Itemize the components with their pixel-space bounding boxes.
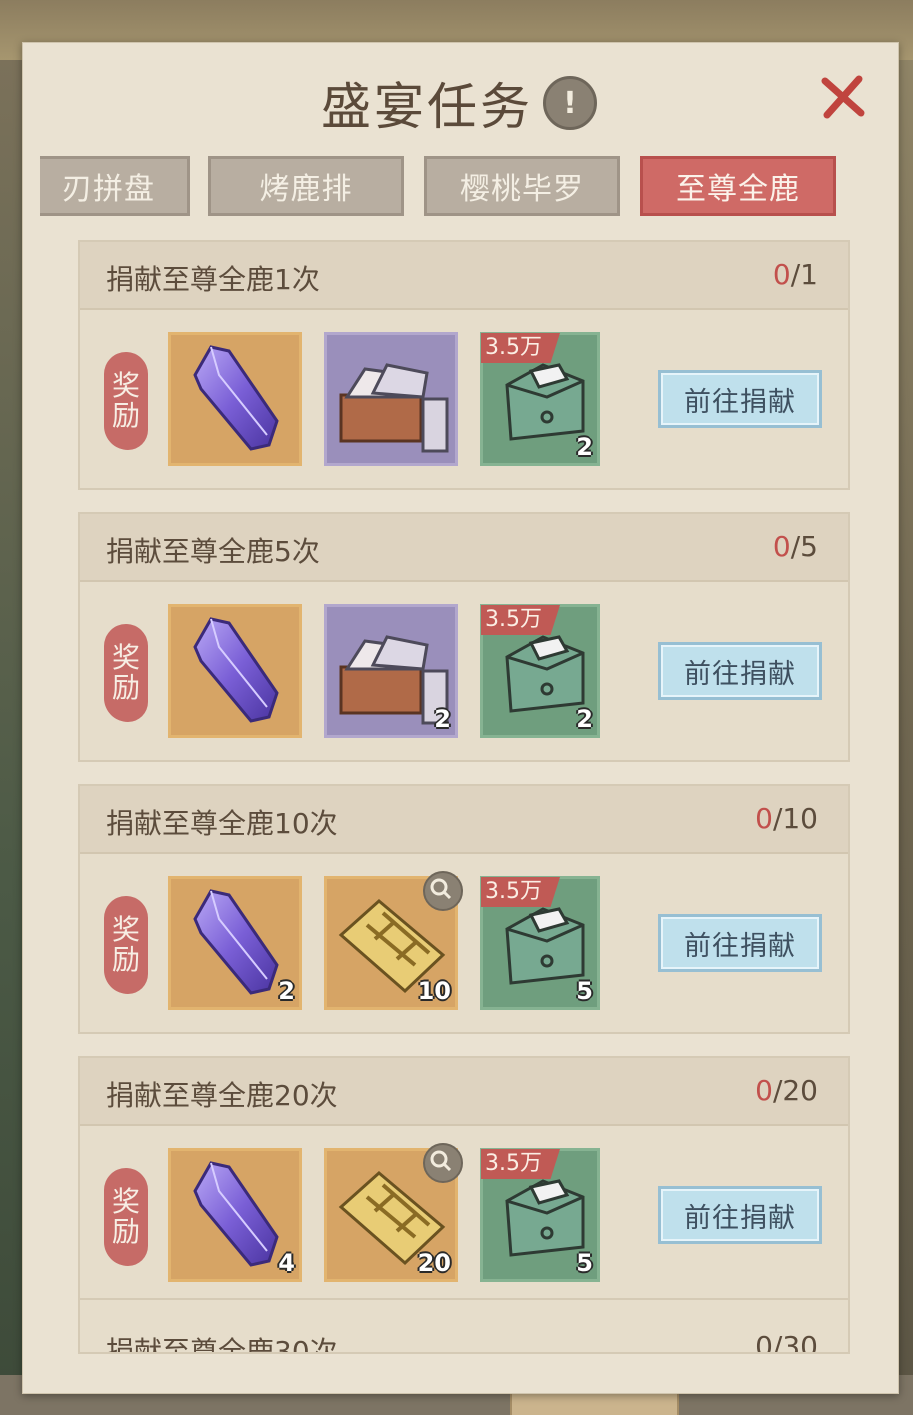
progress-total: /20 <box>772 1074 818 1107</box>
task-card: 捐献至尊全鹿1次 0/1 奖 励 3.5万 2 前往捐献 <box>78 240 850 490</box>
reward-label-line2: 励 <box>111 671 140 704</box>
close-icon[interactable] <box>819 73 867 121</box>
reward-quantity: 20 <box>417 1249 451 1277</box>
amount-tag: 3.5万 <box>481 1149 560 1179</box>
reward-slot[interactable] <box>168 332 302 466</box>
reward-quantity: 4 <box>278 1249 295 1277</box>
task-header: 捐献至尊全鹿10次 0/10 <box>80 786 848 854</box>
magnifier-icon[interactable] <box>423 1143 463 1183</box>
progress-current: 0 <box>755 1074 773 1107</box>
reward-slot[interactable] <box>324 332 458 466</box>
reward-label: 奖 励 <box>104 896 148 994</box>
reward-slot[interactable]: 3.5万 5 <box>480 1148 600 1282</box>
task-card-partial: 捐献至尊全鹿30次 0/30 <box>78 1298 850 1354</box>
progress-current: 0 <box>772 530 791 563</box>
reward-label: 奖 励 <box>104 1168 148 1266</box>
reward-slot[interactable] <box>168 604 302 738</box>
reward-label-line1: 奖 <box>111 641 140 674</box>
tab-label: 刃拼盘 <box>62 172 155 207</box>
reward-label-line1: 奖 <box>111 1185 140 1218</box>
panel-title: 盛宴任务 <box>321 78 533 136</box>
reward-label-line1: 奖 <box>111 369 140 402</box>
tab-cherry-biluo[interactable]: 樱桃毕罗 <box>424 156 620 216</box>
amount-tag: 3.5万 <box>481 605 560 635</box>
go-donate-button[interactable]: 前往捐献 <box>658 370 822 428</box>
reward-quantity: 2 <box>434 705 451 733</box>
tab-supreme-deer[interactable]: 至尊全鹿 <box>640 156 836 216</box>
reward-quantity: 5 <box>576 1249 593 1277</box>
tab-label: 烤鹿排 <box>259 172 353 207</box>
tab-roast-venison[interactable]: 烤鹿排 <box>208 156 404 216</box>
task-progress: 0/20 <box>755 1074 818 1107</box>
progress-current: 0 <box>755 802 773 835</box>
reward-slot[interactable]: 3.5万 2 <box>480 604 600 738</box>
amount-tag: 3.5万 <box>481 333 560 363</box>
task-title: 捐献至尊全鹿10次 <box>106 807 338 840</box>
tab-label: 樱桃毕罗 <box>460 172 584 207</box>
task-progress: 0/10 <box>755 802 818 835</box>
reward-slot[interactable]: 20 <box>324 1143 463 1282</box>
reward-label-line1: 奖 <box>111 913 140 946</box>
reward-label-line2: 励 <box>111 943 140 976</box>
task-header: 捐献至尊全鹿5次 0/5 <box>80 514 848 582</box>
progress-total: /10 <box>772 802 818 835</box>
reward-slot[interactable]: 2 <box>168 876 302 1010</box>
go-donate-button[interactable]: 前往捐献 <box>658 642 822 700</box>
progress-total: /1 <box>790 258 818 291</box>
tab-label: 至尊全鹿 <box>676 172 800 207</box>
magnifier-icon[interactable] <box>423 871 463 911</box>
task-title: 捐献至尊全鹿5次 <box>106 535 320 568</box>
reward-slot[interactable]: 10 <box>324 871 463 1010</box>
exclamation-icon[interactable]: ! <box>543 76 597 130</box>
reward-quantity: 5 <box>576 977 593 1005</box>
task-card: 捐献至尊全鹿20次 0/20 奖 励 4 20 3.5万 5 前往捐献 <box>78 1056 850 1306</box>
reward-label-line2: 励 <box>111 1215 140 1248</box>
task-progress: 0/30 <box>755 1330 818 1354</box>
progress-current: 0 <box>772 258 791 291</box>
reward-slot[interactable]: 3.5万 5 <box>480 876 600 1010</box>
amount-tag: 3.5万 <box>481 877 560 907</box>
task-header: 捐献至尊全鹿1次 0/1 <box>80 242 848 310</box>
reward-quantity: 2 <box>278 977 295 1005</box>
reward-slot[interactable]: 4 <box>168 1148 302 1282</box>
task-title: 捐献至尊全鹿1次 <box>106 263 320 296</box>
reward-quantity: 10 <box>417 977 451 1005</box>
reward-label: 奖 励 <box>104 352 148 450</box>
task-card: 捐献至尊全鹿10次 0/10 奖 励 2 10 3.5万 5 前往捐献 <box>78 784 850 1034</box>
go-donate-button[interactable]: 前往捐献 <box>658 1186 822 1244</box>
task-progress: 0/1 <box>773 258 818 291</box>
reward-slot[interactable]: 3.5万 2 <box>480 332 600 466</box>
task-card: 捐献至尊全鹿5次 0/5 奖 励 2 3.5万 2 前往捐献 <box>78 512 850 762</box>
reward-quantity: 2 <box>576 705 593 733</box>
progress-total: /5 <box>790 530 818 563</box>
title-bar: 盛宴任务 ! <box>321 67 597 139</box>
reward-label: 奖 励 <box>104 624 148 722</box>
reward-quantity: 2 <box>576 433 593 461</box>
task-title: 捐献至尊全鹿30次 <box>106 1335 338 1354</box>
tab-platter[interactable]: 刃拼盘 <box>40 156 190 216</box>
task-progress: 0/5 <box>773 530 818 563</box>
reward-label-line2: 励 <box>111 399 140 432</box>
reward-slot[interactable]: 2 <box>324 604 458 738</box>
task-title: 捐献至尊全鹿20次 <box>106 1079 338 1112</box>
go-donate-button[interactable]: 前往捐献 <box>658 914 822 972</box>
task-header: 捐献至尊全鹿20次 0/20 <box>80 1058 848 1126</box>
